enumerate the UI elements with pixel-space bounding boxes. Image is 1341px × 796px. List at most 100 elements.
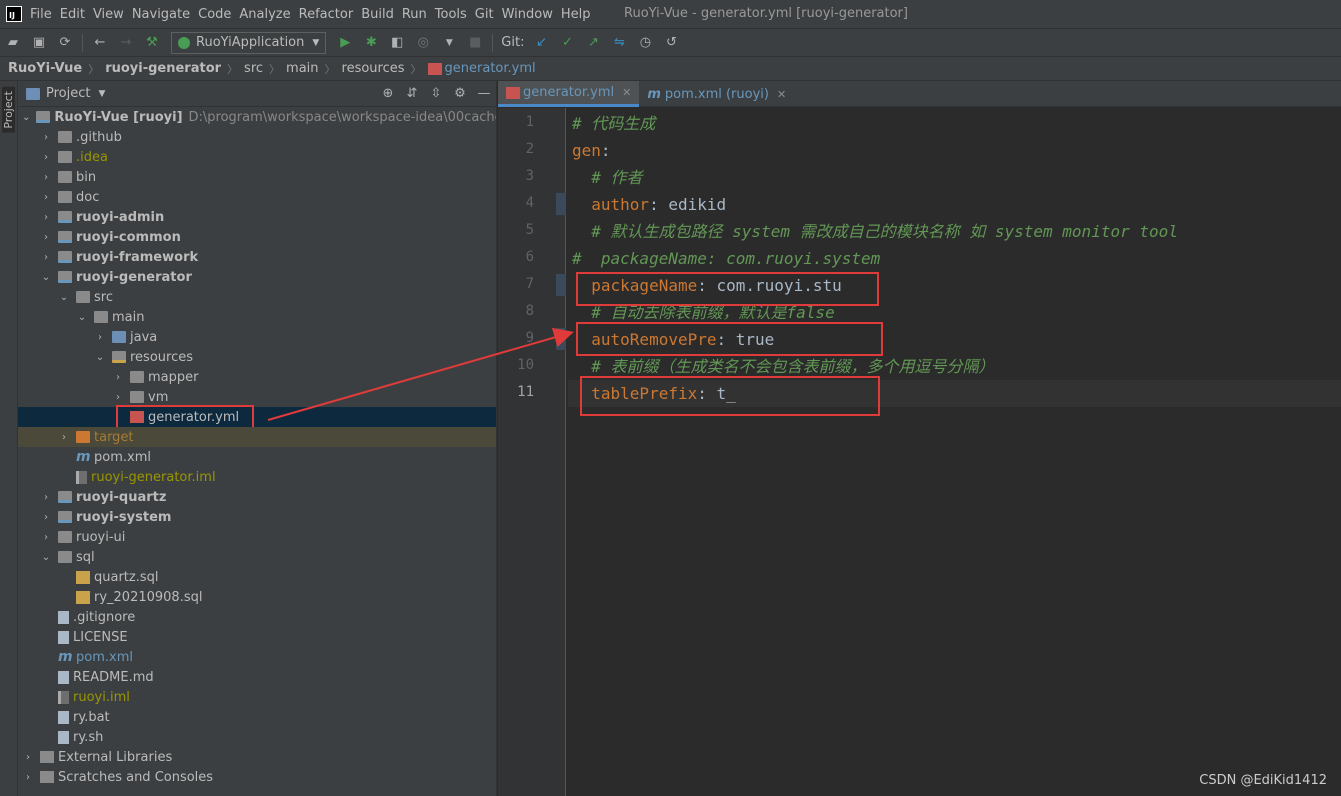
breadcrumb-item[interactable]: generator.yml	[445, 61, 536, 76]
chevron-right-icon[interactable]: ›	[112, 372, 124, 383]
breadcrumb-item[interactable]: ruoyi-generator	[105, 61, 221, 76]
tree-item[interactable]: › .github	[18, 127, 496, 147]
more-run-options-icon[interactable]: ▼	[441, 35, 457, 51]
chevron-down-icon[interactable]: ⌄	[40, 272, 52, 283]
tree-item[interactable]: ⌄ sql	[18, 547, 496, 567]
chevron-right-icon[interactable]: ›	[40, 232, 52, 243]
expand-all-icon[interactable]: ⇵	[404, 86, 420, 102]
gear-icon[interactable]: ⚙	[452, 86, 468, 102]
tree-item[interactable]: ⌄ ruoyi-generator	[18, 267, 496, 287]
tree-item[interactable]: ry.bat	[18, 707, 496, 727]
coverage-icon[interactable]: ◧	[389, 35, 405, 51]
code-line[interactable]: # 作者	[572, 164, 642, 191]
chevron-right-icon[interactable]: ›	[22, 772, 34, 783]
project-view-selector[interactable]: Project	[46, 86, 90, 101]
tree-item[interactable]: › Scratches and Consoles	[18, 767, 496, 787]
close-icon[interactable]: ✕	[777, 88, 786, 101]
tree-item[interactable]: ry.sh	[18, 727, 496, 747]
tree-item[interactable]: › vm	[18, 387, 496, 407]
tree-item[interactable]: › ruoyi-ui	[18, 527, 496, 547]
tree-item[interactable]: › target	[18, 427, 496, 447]
tree-item[interactable]: › doc	[18, 187, 496, 207]
tree-item[interactable]: › ruoyi-common	[18, 227, 496, 247]
git-push-icon[interactable]: ↗	[585, 35, 601, 51]
breadcrumb-item[interactable]: src	[244, 61, 263, 76]
run-icon[interactable]: ▶	[337, 35, 353, 51]
sync-icon[interactable]: ⟳	[57, 35, 73, 51]
tree-item[interactable]: m pom.xml	[18, 447, 496, 467]
tree-item[interactable]: quartz.sql	[18, 567, 496, 587]
chevron-right-icon[interactable]: ›	[40, 532, 52, 543]
save-all-icon[interactable]: ▣	[31, 35, 47, 51]
back-arrow-icon[interactable]: ←	[92, 35, 108, 51]
chevron-right-icon[interactable]: ›	[40, 172, 52, 183]
tree-item[interactable]: generator.yml	[18, 405, 496, 433]
menu-item-navigate[interactable]: Navigate	[132, 7, 196, 22]
project-tool-window-button[interactable]: Project	[2, 87, 15, 133]
tree-item[interactable]: › mapper	[18, 367, 496, 387]
chevron-right-icon[interactable]: ›	[40, 152, 52, 163]
profile-icon[interactable]: ◎	[415, 35, 431, 51]
tree-item[interactable]: › java	[18, 327, 496, 347]
chevron-right-icon[interactable]: ›	[40, 212, 52, 223]
code-line[interactable]: # 代码生成	[572, 110, 655, 137]
breadcrumb-item[interactable]: resources	[342, 61, 405, 76]
git-commit-icon[interactable]: ✓	[559, 35, 575, 51]
tree-item[interactable]: ruoyi-generator.iml	[18, 467, 496, 487]
chevron-right-icon[interactable]: ›	[40, 512, 52, 523]
tree-item[interactable]: ⌄ src	[18, 287, 496, 307]
code-line[interactable]: # 默认生成包路径 system 需改成自己的模块名称 如 system mon…	[572, 218, 1178, 245]
chevron-down-icon[interactable]: ⌄	[94, 352, 106, 363]
tree-item[interactable]: › ruoyi-quartz	[18, 487, 496, 507]
chevron-down-icon[interactable]: ⌄	[58, 292, 70, 303]
menu-item-refactor[interactable]: Refactor	[299, 7, 360, 22]
tree-item[interactable]: › External Libraries	[18, 747, 496, 767]
tree-item[interactable]: .gitignore	[18, 607, 496, 627]
chevron-right-icon[interactable]: ›	[58, 432, 70, 443]
locate-file-icon[interactable]: ⊕	[380, 86, 396, 102]
chevron-right-icon[interactable]: ›	[22, 752, 34, 763]
code-editor[interactable]: # 代码生成 gen: # 作者 author: edikid # 默认生成包路径…	[568, 108, 1341, 796]
menu-item-view[interactable]: View	[93, 7, 130, 22]
code-line[interactable]: # packageName: com.ruoyi.system	[572, 245, 880, 272]
menu-item-build[interactable]: Build	[361, 7, 400, 22]
code-line[interactable]: author: edikid	[572, 191, 726, 218]
build-hammer-icon[interactable]: ⚒	[144, 35, 160, 51]
breadcrumb-item[interactable]: RuoYi-Vue	[8, 61, 82, 76]
tab-pom-xml[interactable]: m pom.xml (ruoyi) ✕	[639, 81, 794, 107]
debug-icon[interactable]: ✱	[363, 35, 379, 51]
menu-item-window[interactable]: Window	[502, 7, 559, 22]
menu-item-tools[interactable]: Tools	[435, 7, 473, 22]
git-compare-icon[interactable]: ⇋	[611, 35, 627, 51]
chevron-down-icon[interactable]: ⌄	[76, 312, 88, 323]
tree-item[interactable]: › ruoyi-admin	[18, 207, 496, 227]
chevron-right-icon[interactable]: ›	[112, 392, 124, 403]
git-update-icon[interactable]: ↙	[533, 35, 549, 51]
tree-item[interactable]: › ruoyi-system	[18, 507, 496, 527]
forward-arrow-icon[interactable]: →	[118, 35, 134, 51]
hide-panel-icon[interactable]: —	[476, 86, 492, 102]
history-clock-icon[interactable]: ◷	[637, 35, 653, 51]
run-configuration-select[interactable]: RuoYiApplication ▼	[171, 31, 327, 54]
chevron-down-icon[interactable]: ▼	[98, 89, 105, 99]
rollback-icon[interactable]: ↺	[663, 35, 679, 51]
chevron-right-icon[interactable]: ›	[40, 252, 52, 263]
menu-item-edit[interactable]: Edit	[60, 7, 91, 22]
tree-item[interactable]: ⌄ main	[18, 307, 496, 327]
chevron-right-icon[interactable]: ›	[40, 132, 52, 143]
menu-item-code[interactable]: Code	[198, 7, 237, 22]
menu-item-git[interactable]: Git	[475, 7, 500, 22]
tree-item[interactable]: LICENSE	[18, 627, 496, 647]
tree-item[interactable]: README.md	[18, 667, 496, 687]
tree-item[interactable]: ruoyi.iml	[18, 687, 496, 707]
chevron-right-icon[interactable]: ›	[40, 192, 52, 203]
chevron-right-icon[interactable]: ›	[94, 332, 106, 343]
tree-item[interactable]: ⌄ RuoYi-Vue [ruoyi] D:\program\workspace\w…	[18, 107, 496, 127]
stop-icon[interactable]: ■	[467, 35, 483, 51]
collapse-all-icon[interactable]: ⇳	[428, 86, 444, 102]
chevron-right-icon[interactable]: ›	[40, 492, 52, 503]
chevron-down-icon[interactable]: ⌄	[22, 112, 30, 123]
menu-item-file[interactable]: File	[30, 7, 58, 22]
tree-item[interactable]: ⌄ resources	[18, 347, 496, 367]
code-line[interactable]: gen:	[572, 137, 611, 164]
